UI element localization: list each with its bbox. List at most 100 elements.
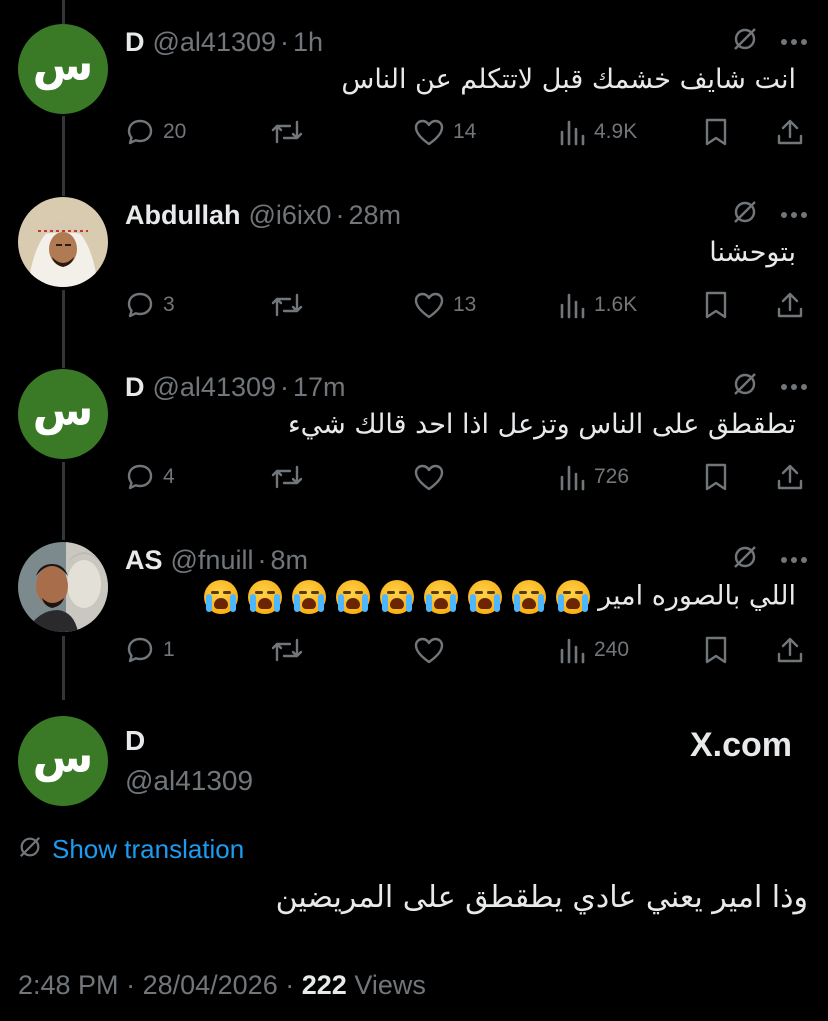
views-icon bbox=[558, 118, 586, 146]
retweet-button[interactable] bbox=[270, 288, 312, 322]
show-translation-label[interactable]: Show translation bbox=[52, 834, 244, 865]
avatar[interactable]: س bbox=[18, 24, 108, 114]
loudly-crying-face-icon bbox=[291, 580, 326, 614]
reply-button[interactable]: 20 bbox=[125, 115, 186, 149]
bookmark-button[interactable] bbox=[703, 633, 729, 667]
reply-button[interactable]: 4 bbox=[125, 460, 175, 494]
avatar[interactable]: س bbox=[18, 369, 108, 459]
translate-icon[interactable] bbox=[732, 199, 758, 230]
more-icon[interactable] bbox=[780, 378, 808, 396]
thread-line bbox=[62, 636, 65, 700]
timestamp[interactable]: 8m bbox=[270, 545, 308, 576]
view-count: 726 bbox=[594, 465, 630, 488]
loudly-crying-face-icon bbox=[379, 580, 414, 614]
main-avatar[interactable]: س bbox=[18, 716, 108, 806]
tweet-text: بتوحشنا bbox=[709, 237, 796, 268]
avatar[interactable] bbox=[18, 197, 108, 287]
like-count: 14 bbox=[453, 120, 477, 143]
main-handle[interactable]: @al41309 bbox=[125, 765, 253, 797]
retweet-icon bbox=[270, 118, 304, 146]
bookmark-icon bbox=[703, 635, 729, 665]
views-button[interactable]: 1.6K bbox=[558, 288, 637, 322]
x-com-watermark: X.com bbox=[689, 726, 792, 764]
reply-icon bbox=[125, 462, 155, 492]
share-button[interactable] bbox=[775, 115, 805, 149]
like-button[interactable] bbox=[413, 460, 453, 494]
main-display-name[interactable]: D bbox=[125, 725, 145, 757]
loudly-crying-face-icon bbox=[335, 580, 370, 614]
display-name[interactable]: Abdullah bbox=[125, 200, 241, 231]
bookmark-button[interactable] bbox=[703, 115, 729, 149]
reply-count: 4 bbox=[163, 465, 175, 488]
display-name[interactable]: D bbox=[125, 27, 145, 58]
translate-icon[interactable] bbox=[732, 371, 758, 402]
tweet-text: اللي بالصوره امير bbox=[194, 580, 796, 614]
view-count: 4.9K bbox=[594, 120, 638, 143]
more-icon[interactable] bbox=[780, 551, 808, 569]
tweet-text-words: اللي بالصوره امير bbox=[598, 580, 796, 612]
translate-icon[interactable] bbox=[732, 544, 758, 575]
timestamp[interactable]: 17m bbox=[293, 372, 346, 403]
share-icon bbox=[775, 462, 805, 492]
handle[interactable]: @al41309 bbox=[153, 372, 277, 403]
handle[interactable]: @al41309 bbox=[153, 27, 277, 58]
loudly-crying-face-icon bbox=[247, 580, 282, 614]
like-button[interactable] bbox=[413, 633, 453, 667]
loudly-crying-face-icon bbox=[555, 580, 590, 614]
thread-line bbox=[62, 116, 65, 196]
avatar[interactable] bbox=[18, 542, 108, 632]
retweet-icon bbox=[270, 636, 304, 664]
like-count: 13 bbox=[453, 293, 477, 316]
emoji-row bbox=[194, 580, 590, 614]
share-button[interactable] bbox=[775, 288, 805, 322]
translate-icon bbox=[18, 835, 42, 864]
views-label: Views bbox=[354, 970, 426, 1000]
reply-button[interactable]: 1 bbox=[125, 633, 175, 667]
views-icon bbox=[558, 291, 586, 319]
views-button[interactable]: 726 bbox=[558, 460, 629, 494]
loudly-crying-face-icon bbox=[467, 580, 502, 614]
more-icon[interactable] bbox=[780, 33, 808, 51]
views-button[interactable]: 240 bbox=[558, 633, 629, 667]
like-button[interactable]: 14 bbox=[413, 115, 476, 149]
tweet-header: AS @fnuill · 8m bbox=[125, 544, 308, 576]
reply-button[interactable]: 3 bbox=[125, 288, 175, 322]
retweet-button[interactable] bbox=[270, 633, 312, 667]
retweet-button[interactable] bbox=[270, 460, 312, 494]
timestamp[interactable]: 28m bbox=[348, 200, 401, 231]
view-count: 240 bbox=[594, 638, 630, 661]
thread-line bbox=[62, 290, 65, 368]
reply-icon bbox=[125, 117, 155, 147]
like-button[interactable]: 13 bbox=[413, 288, 476, 322]
tweet-date[interactable]: 28/04/2026 bbox=[143, 970, 278, 1000]
handle[interactable]: @fnuill bbox=[171, 545, 254, 576]
translate-icon[interactable] bbox=[732, 26, 758, 57]
handle[interactable]: @i6ix0 bbox=[249, 200, 332, 231]
share-icon bbox=[775, 290, 805, 320]
main-tweet-text: وذا امير يعني عادي يطقطق على المريضين bbox=[275, 880, 808, 915]
share-icon bbox=[775, 117, 805, 147]
loudly-crying-face-icon bbox=[511, 580, 546, 614]
bookmark-button[interactable] bbox=[703, 288, 729, 322]
display-name[interactable]: D bbox=[125, 372, 145, 403]
retweet-icon bbox=[270, 463, 304, 491]
views-count: 222 bbox=[301, 970, 347, 1000]
more-icon[interactable] bbox=[780, 206, 808, 224]
timestamp[interactable]: 1h bbox=[293, 27, 323, 58]
bookmark-icon bbox=[703, 290, 729, 320]
tweet-text: تطقطق على الناس وتزعل اذا احد قالك شيء bbox=[287, 409, 796, 440]
thread-line bbox=[62, 0, 65, 24]
display-name[interactable]: AS bbox=[125, 545, 163, 576]
share-button[interactable] bbox=[775, 460, 805, 494]
reply-icon bbox=[125, 290, 155, 320]
like-icon bbox=[413, 463, 445, 491]
tweet-time[interactable]: 2:48 PM bbox=[18, 970, 119, 1000]
show-translation-button[interactable]: Show translation bbox=[18, 834, 244, 865]
share-button[interactable] bbox=[775, 633, 805, 667]
views-button[interactable]: 4.9K bbox=[558, 115, 637, 149]
tweet-header: Abdullah @i6ix0 · 28m bbox=[125, 199, 401, 231]
bookmark-icon bbox=[703, 462, 729, 492]
retweet-button[interactable] bbox=[270, 115, 312, 149]
like-icon bbox=[413, 636, 445, 664]
bookmark-button[interactable] bbox=[703, 460, 729, 494]
